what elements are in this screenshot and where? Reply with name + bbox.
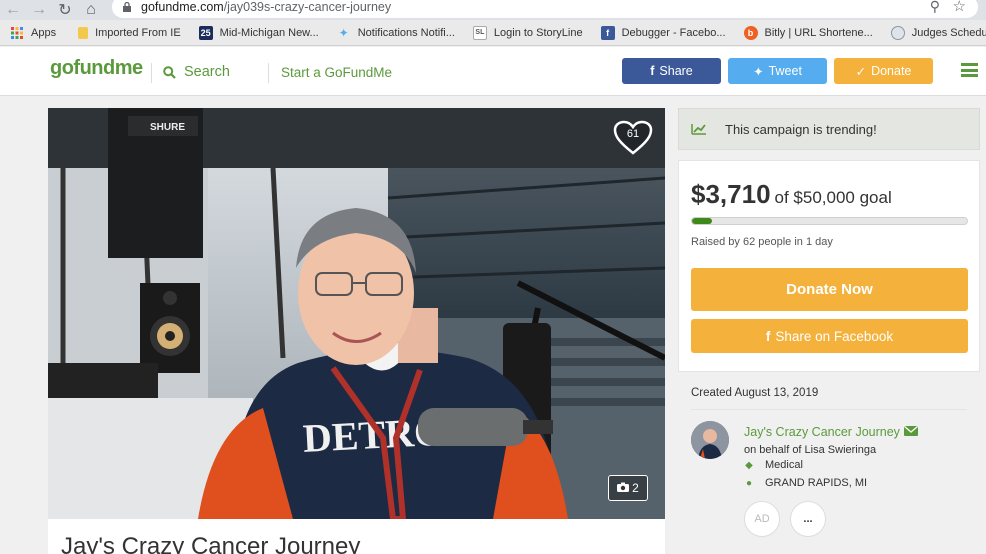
storyline-icon: SL: [472, 25, 487, 40]
bookmark-storyline[interactable]: SL Login to StoryLine: [472, 25, 583, 40]
channel-25-icon: 25: [198, 25, 213, 40]
trending-chart-icon: [691, 124, 706, 135]
twitter-bird-icon: ✦: [753, 64, 764, 79]
donation-card: $3,710 of $50,000 goal Raised by 62 peopl…: [678, 160, 980, 372]
zoom-icon[interactable]: ⚲: [930, 0, 940, 15]
bookmark-label: Apps: [31, 26, 57, 39]
donate-now-button[interactable]: Donate Now: [691, 268, 968, 311]
bookmark-imported-from-ie[interactable]: Imported From IE: [78, 26, 181, 39]
photo-count-button[interactable]: 2: [608, 475, 648, 501]
globe-icon: [890, 25, 905, 40]
category-label: Medical: [765, 459, 803, 471]
twitter-bird-icon: ✦: [338, 25, 349, 40]
campaign-title: Jay's Crazy Cancer Journey: [61, 533, 361, 554]
section-divider: [691, 409, 967, 410]
search-icon: [163, 65, 176, 79]
progress-bar: [691, 217, 968, 225]
location-tag: ● GRAND RAPIDS, MI: [744, 477, 867, 489]
svg-text:SHURE: SHURE: [150, 122, 185, 133]
bookmark-facebook-debugger[interactable]: f Debugger - Facebo...: [600, 25, 726, 40]
share-label: Share: [659, 64, 693, 78]
gofundme-logo[interactable]: gofundme: [50, 57, 143, 80]
amount-raised-row: $3,710 of $50,000 goal: [691, 179, 892, 210]
progress-bar-fill: [692, 218, 713, 224]
tag-icon: ◆: [745, 459, 753, 471]
lock-icon: [123, 2, 131, 12]
camera-icon: [617, 481, 630, 495]
heart-count: 61: [626, 128, 640, 140]
photo-count-label: 2: [632, 481, 639, 495]
raised-by-text: Raised by 62 people in 1 day: [691, 236, 833, 248]
back-arrow-icon[interactable]: ←: [0, 0, 26, 20]
bookmark-bitly[interactable]: b Bitly | URL Shortene...: [743, 25, 873, 40]
created-date: Created August 13, 2019: [691, 387, 819, 399]
on-behalf-of: on behalf of Lisa Swieringa: [744, 444, 877, 456]
bookmark-apps[interactable]: Apps: [10, 26, 56, 40]
home-icon[interactable]: ⌂: [78, 0, 104, 20]
organizer-name: Jay's Crazy Cancer Journey: [744, 425, 900, 439]
bookmark-label: Notifications Notifi...: [357, 26, 455, 39]
reload-icon[interactable]: ↻: [52, 0, 78, 20]
hamburger-menu-icon[interactable]: [961, 63, 978, 77]
donate-label: Donate: [871, 64, 912, 78]
bitly-icon: b: [743, 25, 758, 40]
campaign-photo[interactable]: SHURE DETROIT: [48, 108, 665, 519]
category-tag[interactable]: ◆ Medical: [744, 459, 803, 471]
tweet-button[interactable]: ✦ Tweet: [728, 58, 827, 84]
bookmark-notifications[interactable]: ✦ Notifications Notifi...: [337, 26, 455, 40]
trending-banner: This campaign is trending!: [678, 108, 980, 150]
check-icon: ✓: [855, 64, 867, 79]
location-label: GRAND RAPIDS, MI: [765, 477, 868, 489]
url-path: /jay039s-crazy-cancer-journey: [223, 0, 392, 14]
share-button[interactable]: f Share: [622, 58, 721, 84]
facebook-icon: f: [765, 328, 771, 344]
organizer-name-link[interactable]: Jay's Crazy Cancer Journey: [744, 425, 918, 439]
tweet-label: Tweet: [768, 64, 802, 78]
bookmarks-bar: Apps Imported From IE 25 Mid-Michigan Ne…: [0, 20, 986, 46]
broadcast-booth-photo: SHURE DETROIT: [48, 108, 665, 519]
folder-icon: [78, 26, 89, 39]
bookmark-label: Judges Schedule –...: [911, 26, 986, 39]
share-on-facebook-label: Share on Facebook: [775, 328, 894, 344]
campaign-title-card: Jay's Crazy Cancer Journey: [48, 519, 665, 554]
amount-raised: $3,710: [691, 179, 771, 209]
site-header: gofundme Search Start a GoFundMe f Share…: [0, 47, 986, 96]
organizer-avatar[interactable]: [691, 421, 729, 459]
bookmark-star-icon[interactable]: ☆: [953, 0, 966, 15]
browser-toolbar: ← → ↻ ⌂ gofundme.com/jay039s-crazy-cance…: [0, 0, 986, 20]
url-host: gofundme.com: [141, 0, 224, 14]
donate-button[interactable]: ✓ Donate: [834, 58, 933, 84]
trending-text: This campaign is trending!: [725, 121, 877, 137]
bookmark-label: Mid-Michigan New...: [219, 26, 319, 39]
bookmark-label: Login to StoryLine: [493, 26, 583, 39]
facebook-icon: f: [600, 25, 615, 40]
address-bar[interactable]: gofundme.com/jay039s-crazy-cancer-journe…: [112, 0, 978, 18]
bookmark-judges-schedule[interactable]: Judges Schedule –...: [890, 25, 986, 40]
bookmark-label: Imported From IE: [95, 26, 181, 39]
forward-arrow-icon[interactable]: →: [26, 0, 52, 20]
share-on-facebook-button[interactable]: f Share on Facebook: [691, 319, 968, 353]
donor-avatar[interactable]: AD: [744, 501, 780, 537]
envelope-icon[interactable]: [903, 425, 918, 439]
bookmark-label: Bitly | URL Shortene...: [764, 26, 873, 39]
more-donors-button[interactable]: ...: [790, 501, 826, 537]
map-pin-icon: ●: [745, 477, 753, 489]
start-gofundme-link[interactable]: Start a GoFundMe: [281, 65, 392, 80]
apps-grid-icon: [10, 26, 24, 40]
facebook-icon: f: [650, 64, 655, 78]
search-link[interactable]: Search: [163, 64, 230, 80]
header-divider: [151, 63, 152, 83]
bookmark-mid-michigan-news[interactable]: 25 Mid-Michigan New...: [198, 25, 319, 40]
goal-text: of $50,000 goal: [774, 188, 892, 207]
bookmark-label: Debugger - Facebo...: [621, 26, 726, 39]
search-label: Search: [184, 64, 230, 80]
header-divider: [268, 63, 269, 83]
